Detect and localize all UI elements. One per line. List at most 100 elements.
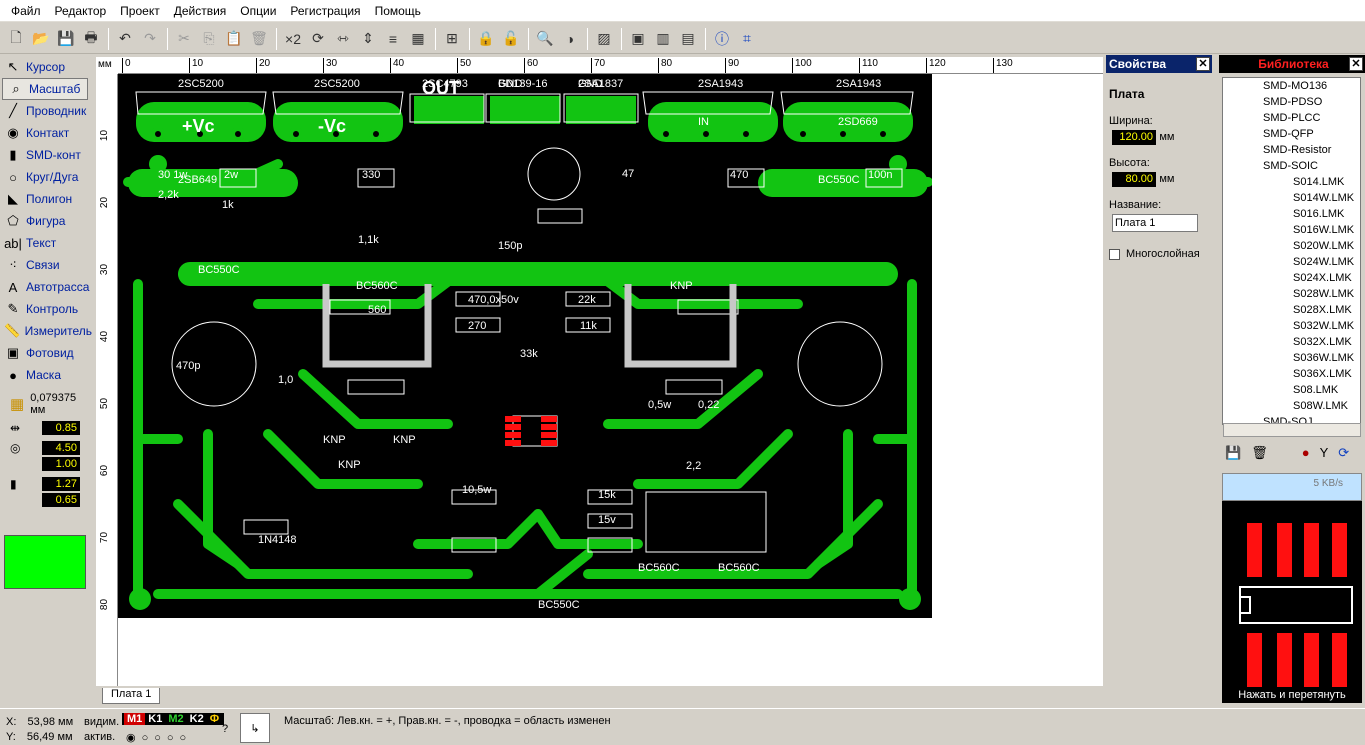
- library-item[interactable]: S032X.LMK: [1223, 334, 1360, 350]
- library-item[interactable]: SMD-MO136: [1223, 78, 1360, 94]
- name-input[interactable]: Плата 1: [1112, 214, 1198, 232]
- tool-2[interactable]: ╱ Проводник: [0, 100, 92, 122]
- save-icon[interactable]: 💾: [54, 27, 78, 51]
- refresh-icon[interactable]: ⟳: [1338, 445, 1349, 461]
- monitor-icon[interactable]: ▣: [626, 27, 650, 51]
- library-item[interactable]: SMD-Resistor: [1223, 142, 1360, 158]
- paste-icon[interactable]: 📋: [222, 27, 246, 51]
- library-item[interactable]: SMD-QFP: [1223, 126, 1360, 142]
- library-tree[interactable]: SMD-MO136 SMD-PDSO SMD-PLCC SMD-QFP SMD-Resi…: [1222, 77, 1361, 425]
- smd-height-row[interactable]: 0.65: [0, 492, 92, 508]
- align-icon[interactable]: ≡: [381, 27, 405, 51]
- info-icon[interactable]: ⓘ: [710, 27, 734, 51]
- smd-width-row[interactable]: ▮ 1.27: [0, 476, 92, 492]
- grid-icon[interactable]: ▦: [406, 27, 430, 51]
- tool-4[interactable]: ▮ SMD-конт: [0, 144, 92, 166]
- tool-12[interactable]: 📏 Измеритель: [0, 320, 92, 342]
- library-item[interactable]: S028W.LMK: [1223, 286, 1360, 302]
- delete-library-icon[interactable]: 🗑: [1251, 445, 1268, 461]
- undo-icon[interactable]: ↶: [113, 27, 137, 51]
- library-item[interactable]: S036W.LMK: [1223, 350, 1360, 366]
- new-icon[interactable]: 🗋: [4, 27, 28, 51]
- tool-6[interactable]: ◣ Полигон: [0, 188, 92, 210]
- library-item[interactable]: S028X.LMK: [1223, 302, 1360, 318]
- library-item[interactable]: SMD-SOIC: [1223, 158, 1360, 174]
- smd-height-value[interactable]: 0.65: [42, 493, 80, 507]
- close-icon[interactable]: ✕: [1196, 57, 1210, 71]
- tool-3[interactable]: ◉ Контакт: [0, 122, 92, 144]
- contrast-icon[interactable]: ◑: [558, 27, 582, 51]
- layer-f[interactable]: Ф: [206, 713, 223, 725]
- multilayer-checkbox[interactable]: [1109, 248, 1120, 260]
- track-width-value[interactable]: 0.85: [42, 421, 80, 435]
- tool-0[interactable]: ↖ Курсор: [0, 56, 92, 78]
- library-item[interactable]: S08.LMK: [1223, 382, 1360, 398]
- library-item[interactable]: S014W.LMK: [1223, 190, 1360, 206]
- height-input[interactable]: 80.00: [1112, 172, 1156, 187]
- menu-item-1[interactable]: Редактор: [48, 4, 114, 18]
- tool-9[interactable]: ⁖ Связи: [0, 254, 92, 276]
- autoroute-status-icon[interactable]: ↳: [240, 713, 270, 743]
- pad-inner-value[interactable]: 1.00: [42, 457, 80, 471]
- crop-icon[interactable]: ⌗: [735, 27, 759, 51]
- scanned-copy-icon[interactable]: ▨: [592, 27, 616, 51]
- pad-inner-row[interactable]: 1.00: [0, 456, 92, 472]
- active-layer-radios[interactable]: ◉○○○○: [126, 731, 192, 744]
- library-item[interactable]: S014.LMK: [1223, 174, 1360, 190]
- tool-1[interactable]: ⌕ Масштаб: [2, 78, 88, 100]
- delete-icon[interactable]: 🗑: [247, 27, 271, 51]
- tool-14[interactable]: ● Маска: [0, 364, 92, 386]
- library-item[interactable]: SMD-PLCC: [1223, 110, 1360, 126]
- menu-item-0[interactable]: Файл: [4, 4, 48, 18]
- library-item[interactable]: S020W.LMK: [1223, 238, 1360, 254]
- menu-item-5[interactable]: Регистрация: [283, 4, 367, 18]
- track-width-row[interactable]: ⇹ 0.85: [0, 420, 92, 436]
- print-icon[interactable]: 🖶: [79, 27, 103, 51]
- grid-step[interactable]: ▦ 0,079375 мм: [0, 392, 92, 416]
- pcb-canvas[interactable]: +Vc -Vc OUT GND GND IN 2SD669 2SB649 BC550C BC550…: [118, 74, 1103, 686]
- width-input[interactable]: 120.00: [1112, 130, 1156, 145]
- mirror-h-icon[interactable]: ⇿: [331, 27, 355, 51]
- pcb-board[interactable]: +Vc -Vc OUT GND GND IN 2SD669 2SB649 BC550C BC550…: [118, 74, 932, 618]
- tool-10[interactable]: A Автотрасса: [0, 276, 92, 298]
- menu-item-6[interactable]: Помощь: [368, 4, 428, 18]
- pad-outer-value[interactable]: 4.50: [42, 441, 80, 455]
- tool-8[interactable]: ab| Текст: [0, 232, 92, 254]
- tool-7[interactable]: ⬠ Фигура: [0, 210, 92, 232]
- save-library-icon[interactable]: 💾: [1225, 445, 1241, 461]
- rotate-icon[interactable]: ⟳: [306, 27, 330, 51]
- library-item[interactable]: S024W.LMK: [1223, 254, 1360, 270]
- mirror-v-icon[interactable]: ⇕: [356, 27, 380, 51]
- tool-5[interactable]: ○ Круг/Дуга: [0, 166, 92, 188]
- layer-k1[interactable]: K1: [145, 713, 166, 725]
- filter-icon[interactable]: Y: [1320, 445, 1329, 461]
- library-item[interactable]: S036X.LMK: [1223, 366, 1360, 382]
- tool-13[interactable]: ▣ Фотовид: [0, 342, 92, 364]
- library-item[interactable]: S024X.LMK: [1223, 270, 1360, 286]
- lock-icon[interactable]: 🔒: [474, 27, 498, 51]
- layer-m2[interactable]: M2: [165, 713, 187, 725]
- open-icon[interactable]: 📂: [29, 27, 53, 51]
- record-icon[interactable]: ●: [1302, 445, 1310, 461]
- tool-11[interactable]: ✎ Контроль: [0, 298, 92, 320]
- library-item[interactable]: S016W.LMK: [1223, 222, 1360, 238]
- duplicate-icon[interactable]: ×2: [281, 27, 305, 51]
- layer-selector[interactable]: M1 K1 M2 K2 Ф: [122, 713, 225, 725]
- copy-icon[interactable]: ⎘: [197, 27, 221, 51]
- layer-k2[interactable]: K2: [186, 713, 207, 725]
- cut-icon[interactable]: ✂: [172, 27, 196, 51]
- library-item[interactable]: SMD-PDSO: [1223, 94, 1360, 110]
- smd-width-value[interactable]: 1.27: [42, 477, 80, 491]
- group-icon[interactable]: ⊞: [440, 27, 464, 51]
- pad-outer-row[interactable]: ◎ 4.50: [0, 440, 92, 456]
- close-icon[interactable]: ✕: [1349, 57, 1363, 71]
- layer-color-swatch[interactable]: [4, 535, 86, 589]
- menu-item-3[interactable]: Действия: [167, 4, 234, 18]
- menu-item-2[interactable]: Проект: [113, 4, 167, 18]
- redo-icon[interactable]: ↷: [138, 27, 162, 51]
- search-icon[interactable]: 🔍: [533, 27, 557, 51]
- library-item[interactable]: S032W.LMK: [1223, 318, 1360, 334]
- tab-board-1[interactable]: Плата 1: [102, 688, 161, 704]
- unlock-icon[interactable]: 🔓: [499, 27, 523, 51]
- library-item[interactable]: S08W.LMK: [1223, 398, 1360, 414]
